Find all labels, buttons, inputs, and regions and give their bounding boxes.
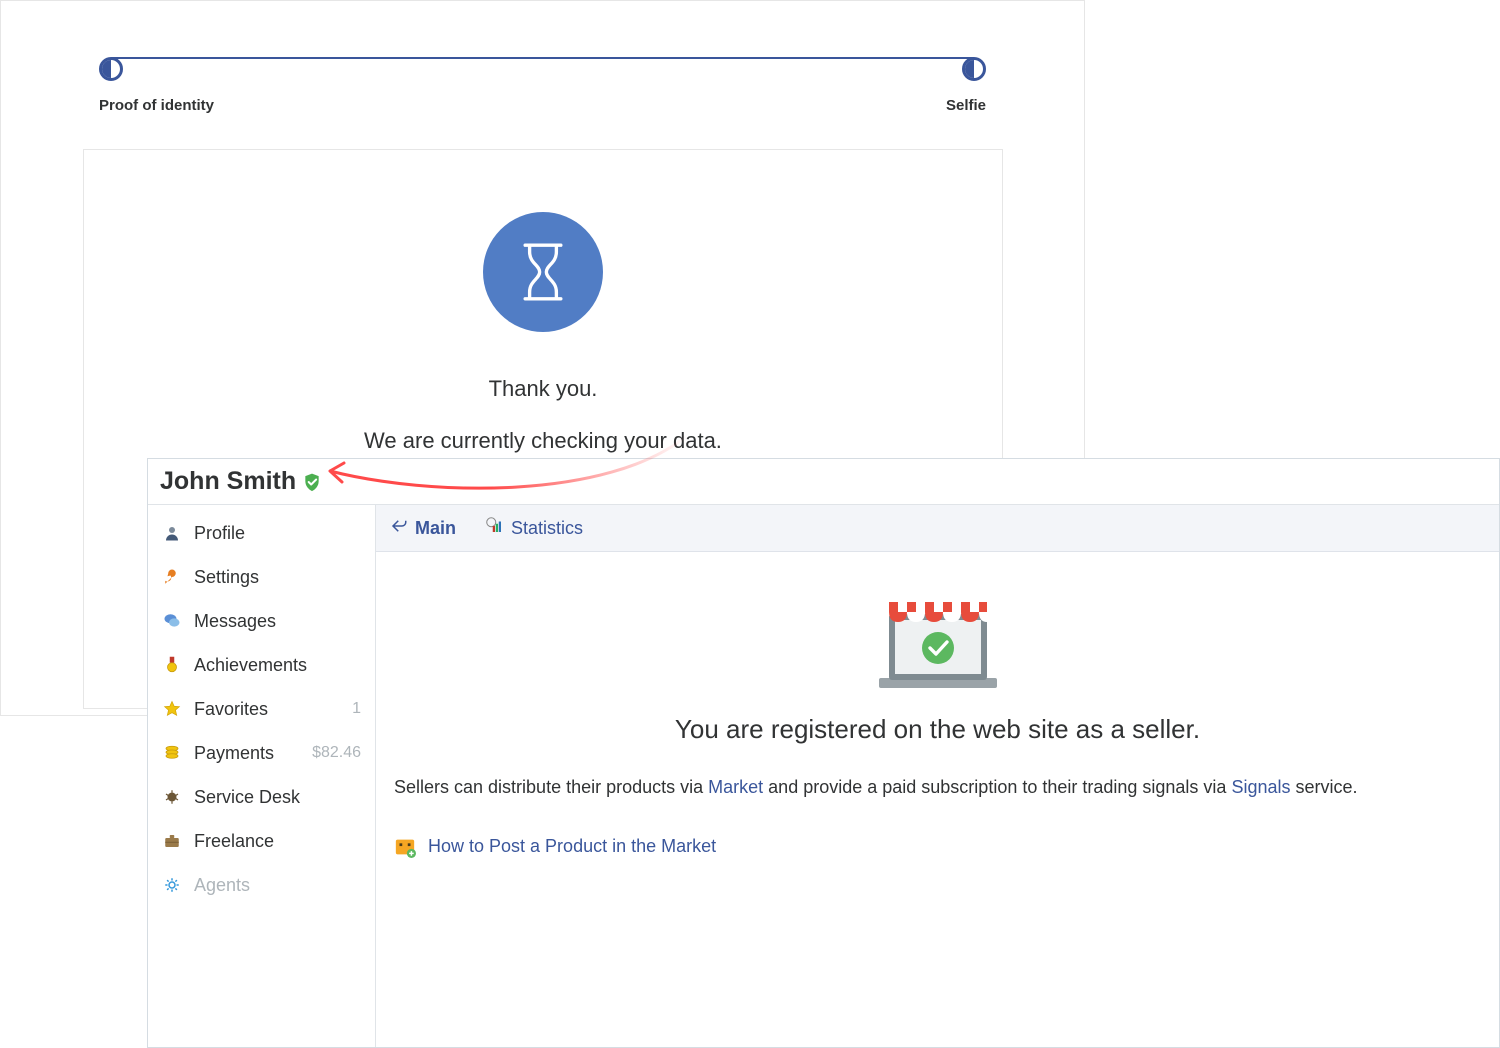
hourglass-icon (483, 212, 603, 332)
sidebar-item-agents[interactable]: Agents (148, 863, 375, 907)
progress-bar: Proof of identity Selfie (101, 57, 984, 59)
coins-icon (162, 743, 182, 763)
wrench-icon (162, 567, 182, 587)
tab-label: Statistics (511, 518, 583, 539)
sidebar-badge: 1 (352, 700, 361, 718)
sidebar-item-servicedesk[interactable]: Service Desk (148, 775, 375, 819)
sidebar-item-achievements[interactable]: Achievements (148, 643, 375, 687)
sidebar-item-label: Profile (194, 523, 245, 544)
signals-link[interactable]: Signals (1231, 777, 1290, 797)
sidebar-item-label: Service Desk (194, 787, 300, 808)
market-link[interactable]: Market (708, 777, 763, 797)
shop-illustration-icon (873, 594, 1003, 694)
text: and provide a paid subscription to their… (763, 777, 1231, 797)
person-icon (162, 523, 182, 543)
verification-title: Thank you. (84, 376, 1002, 402)
sidebar-item-label: Freelance (194, 831, 274, 852)
bar-chart-icon (486, 517, 504, 540)
tab-bar: Main Statistics (376, 505, 1499, 552)
medal-icon (162, 655, 182, 675)
content-pane: Main Statistics (376, 505, 1499, 1047)
verification-subtitle: We are currently checking your data. (84, 428, 1002, 454)
sidebar-item-messages[interactable]: Messages (148, 599, 375, 643)
briefcase-icon (162, 831, 182, 851)
step-label: Proof of identity (99, 97, 214, 114)
sidebar-item-label: Payments (194, 743, 274, 764)
howto-link[interactable]: How to Post a Product in the Market (428, 836, 716, 857)
sidebar: Profile Settings Messages Achievements (148, 505, 376, 1047)
seller-registered-title: You are registered on the web site as a … (394, 714, 1481, 745)
sidebar-item-profile[interactable]: Profile (148, 511, 375, 555)
gear-icon (162, 875, 182, 895)
star-icon (162, 699, 182, 719)
progress-step-identity: Proof of identity (99, 57, 214, 114)
howto-row: How to Post a Product in the Market (394, 836, 1481, 858)
sidebar-item-label: Agents (194, 875, 250, 896)
seller-description: Sellers can distribute their products vi… (394, 773, 1481, 802)
half-circle-icon (99, 57, 123, 81)
tab-statistics[interactable]: Statistics (486, 517, 583, 540)
step-label: Selfie (946, 97, 986, 114)
sidebar-item-favorites[interactable]: Favorites 1 (148, 687, 375, 731)
profile-header: John Smith (148, 459, 1499, 505)
bug-icon (162, 787, 182, 807)
tab-label: Main (415, 518, 456, 539)
sidebar-item-settings[interactable]: Settings (148, 555, 375, 599)
sidebar-item-label: Messages (194, 611, 276, 632)
sidebar-badge: $82.46 (312, 744, 361, 762)
profile-name: John Smith (160, 467, 296, 496)
chat-icon (162, 611, 182, 631)
sidebar-item-payments[interactable]: Payments $82.46 (148, 731, 375, 775)
tab-main[interactable]: Main (390, 517, 456, 540)
back-arrow-icon (390, 517, 408, 540)
market-box-icon (394, 836, 416, 858)
text: Sellers can distribute their products vi… (394, 777, 708, 797)
verified-shield-icon (302, 472, 322, 492)
sidebar-item-freelance[interactable]: Freelance (148, 819, 375, 863)
progress-step-selfie: Selfie (946, 57, 986, 114)
profile-window: John Smith (147, 458, 1500, 1048)
text: service. (1291, 777, 1358, 797)
sidebar-item-label: Achievements (194, 655, 307, 676)
half-circle-icon (962, 57, 986, 81)
sidebar-item-label: Settings (194, 567, 259, 588)
sidebar-item-label: Favorites (194, 699, 268, 720)
